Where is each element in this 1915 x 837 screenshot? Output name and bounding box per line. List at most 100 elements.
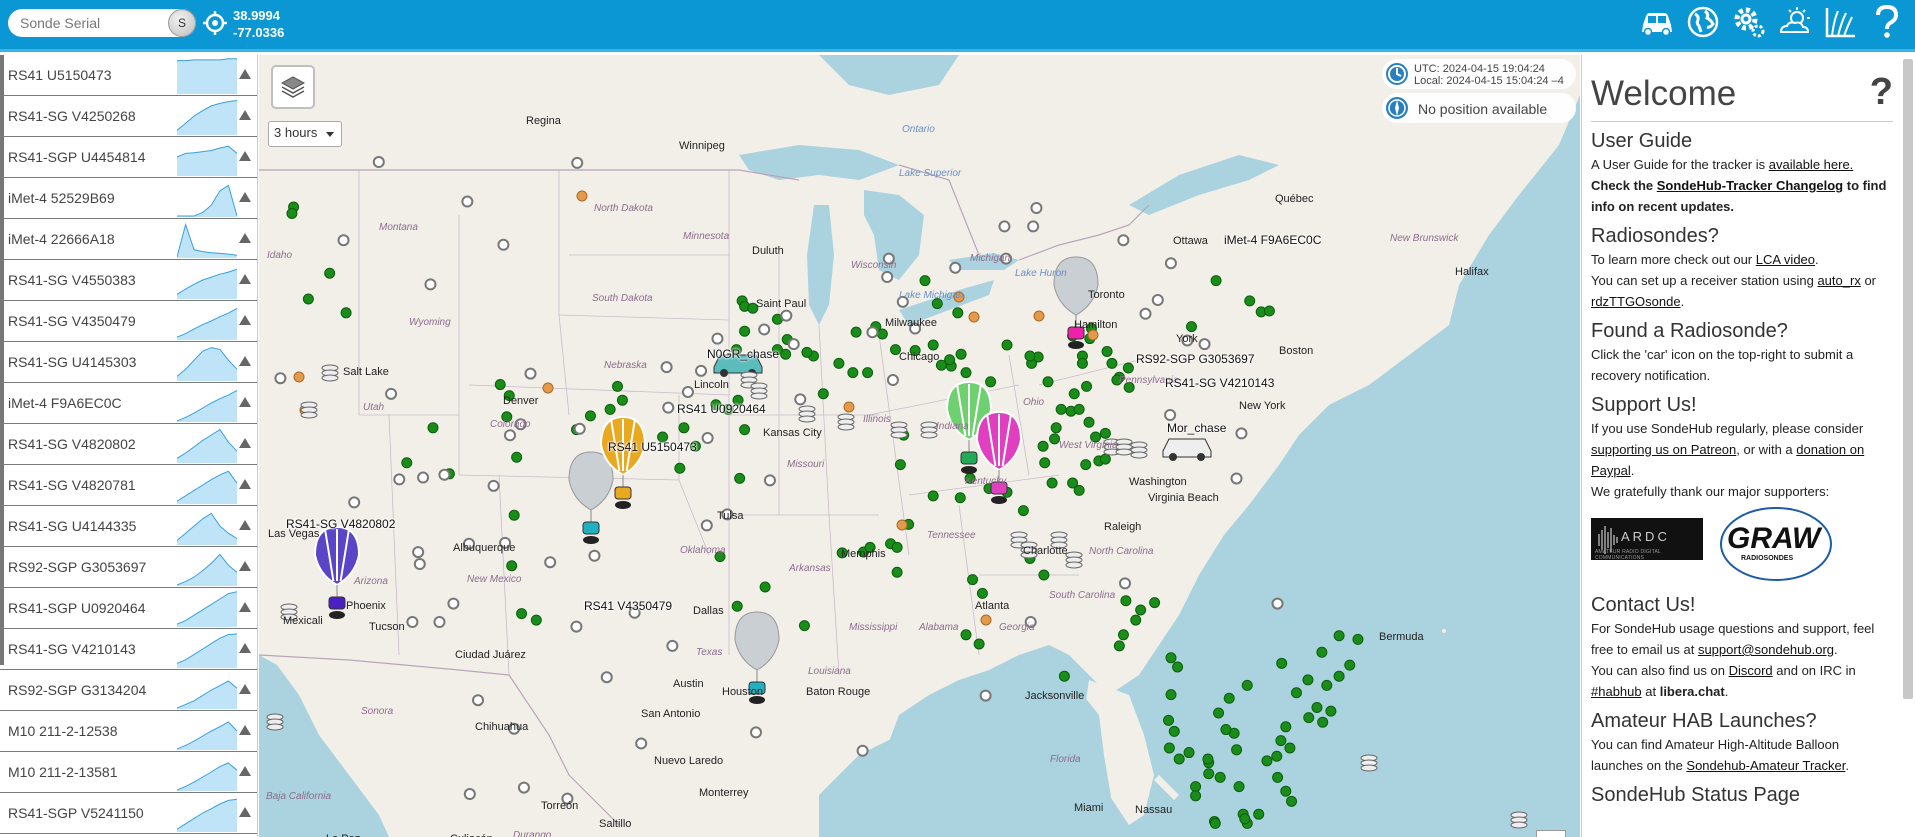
sonde-list-item[interactable]: RS92-SGP G3053697 [0,547,257,588]
sonde-map-label[interactable]: RS92-SGP G3053697 [1136,352,1255,366]
lca-video-link[interactable]: LCA video [1756,252,1815,267]
sonde-list-item[interactable]: iMet-4 F9A6EC0C [0,383,257,424]
collapse-arrow-icon[interactable] [239,192,251,202]
map-place-label: Denver [503,395,539,407]
collapse-arrow-icon[interactable] [239,725,251,735]
weather-icon[interactable] [1775,2,1815,42]
sonde-map-label[interactable]: RS41 V4350479 [584,599,672,613]
graw-logo[interactable]: GRAW RADIOSONDES [1719,504,1833,584]
sonde-map-label[interactable]: RS41 U0920464 [677,402,766,416]
collapse-arrow-icon[interactable] [239,110,251,120]
email-link[interactable]: support@sondehub.org [1698,642,1834,657]
collapse-arrow-icon[interactable] [239,274,251,284]
sonde-list-item[interactable]: RS41-SG V4210143 [0,629,257,670]
receiver-station-marker [1311,701,1323,713]
sonde-list-item[interactable]: RS41-SG U4144335 [0,506,257,547]
sonde-map-label[interactable]: iMet-4 F9A6EC0C [1224,233,1321,247]
sonde-list-item[interactable]: RS41-SG V4250268 [0,96,257,137]
listener-marker [998,220,1011,233]
collapse-arrow-icon[interactable] [239,315,251,325]
collapse-arrow-icon[interactable] [239,766,251,776]
collapse-arrow-icon[interactable] [239,356,251,366]
map-place-label: York [1176,333,1198,345]
discord-link[interactable]: Discord [1729,663,1773,678]
car-icon[interactable] [1637,2,1677,42]
sonde-list-item[interactable]: RS41-SGP U4454814 [0,137,257,178]
sonde-list-item[interactable]: M10 211-2-12538 [0,711,257,752]
rdzttgo-link[interactable]: rdzTTGOsonde [1591,294,1681,309]
help-icon[interactable] [1867,2,1907,42]
payload-shadow [991,496,1007,504]
position-box[interactable]: No position available [1382,93,1576,123]
radiosondes-text-4: or [1860,273,1876,288]
panel-help-button[interactable]: ? [1870,71,1893,114]
altitude-sparkline [177,762,237,791]
sonde-list-item[interactable]: RS92-SGP G3134204 [0,670,257,711]
sonde-list-item[interactable]: RS41-SGP V5241150 [0,793,257,834]
map-place-label: Ciudad Juárez [455,649,526,661]
listener-marker [1027,220,1040,233]
sonde-map-label[interactable]: N0GR_chase [707,347,779,361]
altitude-sparkline [177,470,237,504]
map-attribution-corner[interactable] [1536,830,1566,837]
sonde-map-label[interactable]: RS41 U5150473 [608,440,697,454]
collapse-arrow-icon[interactable] [239,684,251,694]
collapse-arrow-icon[interactable] [239,561,251,571]
sonde-map-label[interactable]: RS41-SG V4210143 [1165,376,1274,390]
patreon-link[interactable]: supporting us on Patreon [1591,442,1736,457]
history-hours-select[interactable]: 3 hours [268,121,342,147]
collapse-arrow-icon[interactable] [239,233,251,243]
chart-icon[interactable] [1821,2,1861,42]
amateur-tracker-link[interactable]: Sondehub-Amateur Tracker [1686,758,1845,773]
sonde-list-item[interactable]: iMet-4 22666A18 [0,219,257,260]
sonde-list-item[interactable]: RS41-SG U4145303 [0,342,257,383]
sonde-serial-search-input[interactable] [8,9,168,37]
layers-button[interactable] [271,65,315,109]
receiver-station-marker [1286,795,1298,807]
habhub-link[interactable]: #habhub [1591,684,1642,699]
top-icons [1637,2,1907,42]
sonde-list-item[interactable]: iMet-4 52529B69 [0,178,257,219]
sonde-list-item[interactable]: RS41-SG V4550383 [0,260,257,301]
sonde-list-item[interactable]: RS41 U5150473 [0,55,257,96]
map-place-label: Winnipeg [679,140,725,152]
crosshair-icon[interactable] [202,10,228,36]
sonde-list-item[interactable]: RS41-SG V4820781 [0,465,257,506]
search-button[interactable]: S [168,9,196,37]
info-panel: Welcome ? User Guide A User Guide for th… [1581,55,1915,837]
sonde-serial: RS41-SGP U4454814 [8,149,146,165]
globe-icon[interactable] [1683,2,1723,42]
collapse-arrow-icon[interactable] [239,520,251,530]
collapse-arrow-icon[interactable] [239,602,251,612]
receiver-station-marker [862,367,874,379]
collapse-arrow-icon[interactable] [239,397,251,407]
sonde-map-label[interactable]: RS41-SG V4820802 [286,517,395,531]
sonde-list-item[interactable]: RS41-SG V4350479 [0,301,257,342]
receiver-station-marker [801,346,813,358]
sonde-serial: RS41-SG V4820802 [8,436,136,452]
collapse-arrow-icon[interactable] [239,151,251,161]
sonde-list-item[interactable]: RS41-SGP U0920464 [0,588,257,629]
ardc-subtitle: AMATEUR RADIO DIGITAL COMMUNICATIONS [1595,549,1661,561]
receiver-station-marker [1244,295,1256,307]
sonde-map-label[interactable]: Mor_chase [1167,421,1226,435]
sonde-list-item[interactable]: RS41-SG V4820802 [0,424,257,465]
collapse-arrow-icon[interactable] [239,807,251,817]
user-guide-link[interactable]: available here. [1769,157,1854,172]
changelog-link[interactable]: SondeHub-Tracker Changelog [1657,178,1843,193]
gears-icon[interactable] [1729,2,1769,42]
receiver-station-marker [1325,705,1337,717]
map-place-label: Georgia [999,622,1035,633]
altitude-sparkline [177,591,237,627]
collapse-arrow-icon[interactable] [239,479,251,489]
sonde-list-item[interactable]: M10 211-2-13581 [0,752,257,793]
auto-rx-link[interactable]: auto_rx [1817,273,1860,288]
receiver-station-marker [511,451,523,463]
collapse-arrow-icon[interactable] [239,438,251,448]
ardc-logo[interactable]: ARDC AMATEUR RADIO DIGITAL COMMUNICATION… [1591,518,1703,561]
collapse-arrow-icon[interactable] [239,643,251,653]
listener-marker [662,401,675,414]
map[interactable]: Regina Winnipeg Montana North Dakota Minneso… [259,55,1580,837]
panel-scrollbar[interactable] [1903,59,1913,699]
collapse-arrow-icon[interactable] [239,69,251,79]
